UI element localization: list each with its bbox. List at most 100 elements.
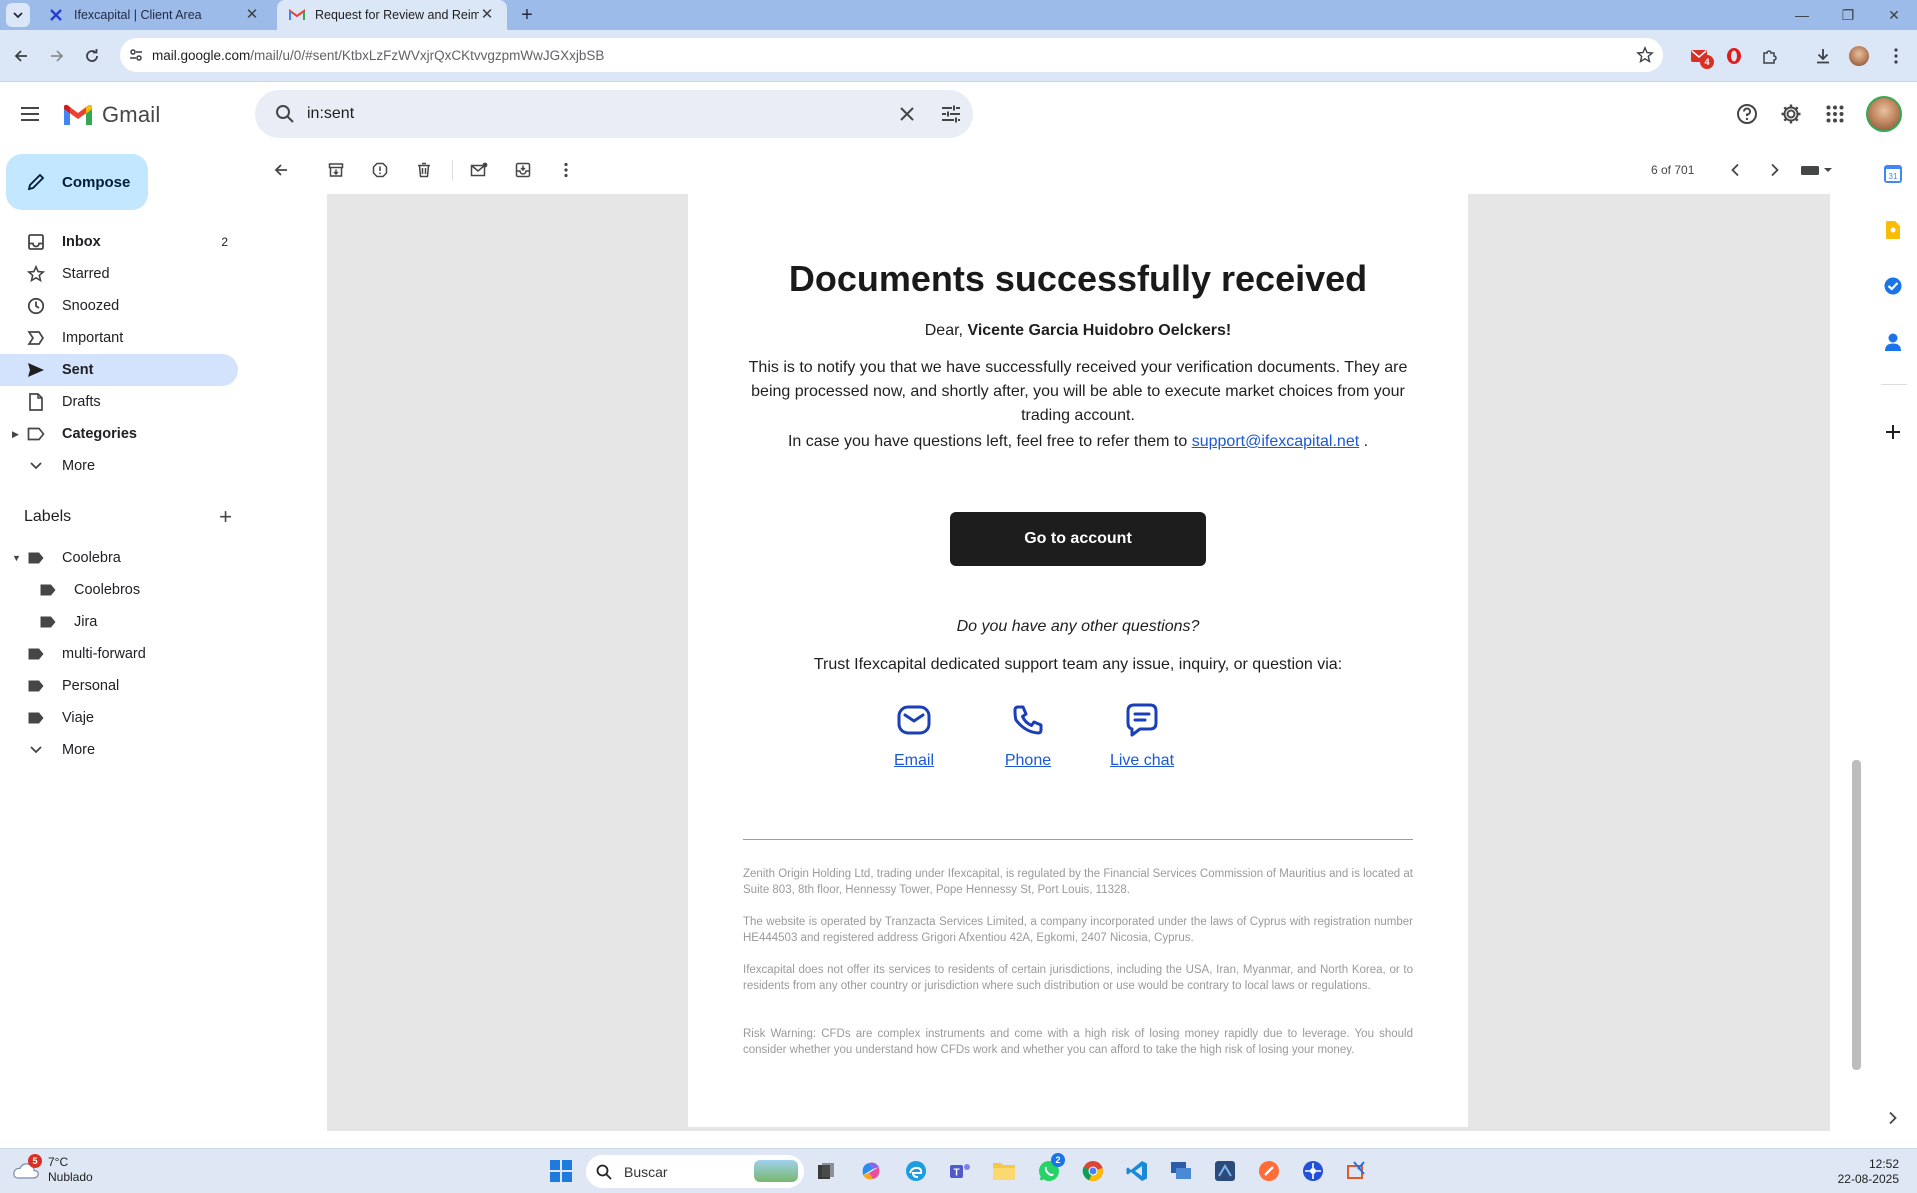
get-addons-icon[interactable] [1881, 420, 1905, 444]
system-clock[interactable]: 12:52 22-08-2025 [1838, 1157, 1899, 1187]
back-button[interactable] [8, 43, 34, 69]
more-actions-icon[interactable] [554, 158, 578, 182]
search-options-icon[interactable] [929, 105, 973, 123]
sidebar-item-more[interactable]: More [0, 450, 238, 482]
browser-menu-icon[interactable] [1883, 43, 1909, 69]
contact-phone[interactable]: Phone [978, 698, 1078, 770]
close-tab-icon[interactable]: ✕ [244, 7, 260, 23]
tab-ifexcapital[interactable]: Ifexcapital | Client Area ✕ [36, 0, 272, 30]
sidebar-item-starred[interactable]: Starred [0, 258, 238, 290]
sidebar-item-categories[interactable]: ▶ Categories [0, 418, 238, 450]
sidebar-item-sent[interactable]: Sent [0, 354, 238, 386]
new-tab-button[interactable]: + [515, 3, 539, 27]
restore-button[interactable]: ❐ [1825, 0, 1871, 30]
input-tools-icon[interactable] [1797, 158, 1837, 182]
delete-trash-icon[interactable] [412, 158, 436, 182]
reload-button[interactable] [79, 43, 105, 69]
close-tab-icon[interactable]: ✕ [479, 7, 495, 23]
tab-search-button[interactable] [6, 3, 30, 27]
taskbar-search[interactable]: Buscar [586, 1155, 804, 1188]
power-automate-icon[interactable] [1211, 1157, 1239, 1185]
site-info-icon[interactable] [120, 47, 152, 63]
edge-browser-icon[interactable] [902, 1157, 930, 1185]
windows-start-icon[interactable] [547, 1157, 575, 1185]
minimize-button[interactable]: — [1779, 0, 1825, 30]
weather-widget[interactable]: 5 7°C Nublado [12, 1154, 93, 1185]
sidebar-item-inbox[interactable]: Inbox 2 [0, 226, 238, 258]
copilot-icon[interactable] [857, 1157, 885, 1185]
contacts-icon[interactable] [1881, 330, 1905, 354]
contact-live-chat[interactable]: Live chat [1092, 698, 1192, 770]
main-menu-icon[interactable] [18, 102, 42, 126]
contact-phone-link[interactable]: Phone [978, 752, 1078, 770]
calendar-icon[interactable]: 31 [1881, 162, 1905, 186]
add-label-icon[interactable]: + [219, 506, 232, 528]
contact-chat-link[interactable]: Live chat [1092, 752, 1192, 770]
expand-panel-icon[interactable] [1881, 1106, 1905, 1130]
sidebar-labels-more[interactable]: More [0, 734, 238, 766]
whatsapp-icon[interactable]: 2 [1035, 1153, 1065, 1185]
task-view-icon[interactable] [812, 1157, 840, 1185]
expand-caret-icon[interactable]: ▶ [12, 429, 19, 440]
compose-button[interactable]: Compose [6, 154, 148, 210]
newer-message-icon[interactable] [1723, 158, 1747, 182]
envelope-icon [864, 698, 964, 742]
sidebar-item-important[interactable]: Important [0, 322, 238, 354]
sidebar-label-personal[interactable]: Personal [0, 670, 238, 702]
sidebar-label-viaje[interactable]: Viaje [0, 702, 238, 734]
settings-gear-icon[interactable] [1777, 100, 1805, 128]
keep-notes-icon[interactable] [1881, 218, 1905, 242]
sidebar-item-drafts[interactable]: Drafts [0, 386, 238, 418]
footer-regulation: Zenith Origin Holding Ltd, trading under… [743, 868, 1413, 896]
bookmark-star-icon[interactable] [1627, 46, 1663, 64]
google-apps-icon[interactable] [1821, 100, 1849, 128]
network-app-icon[interactable] [1299, 1157, 1327, 1185]
vscode-icon[interactable] [1123, 1157, 1151, 1185]
contact-email[interactable]: Email [864, 698, 964, 770]
clear-search-icon[interactable] [885, 106, 929, 122]
sidebar-label-multi-forward[interactable]: multi-forward [0, 638, 238, 670]
gmail-logo[interactable]: Gmail [62, 102, 160, 128]
clock-date: 22-08-2025 [1837, 1172, 1899, 1186]
search-input[interactable] [307, 105, 885, 123]
tasks-icon[interactable] [1881, 274, 1905, 298]
label-icon [26, 548, 46, 568]
remote-desktop-icon[interactable] [1167, 1157, 1195, 1185]
pencil-icon [27, 173, 45, 191]
back-to-list-icon[interactable] [269, 158, 293, 182]
opera-extension-icon[interactable] [1721, 43, 1747, 69]
teams-icon[interactable]: T [946, 1157, 974, 1185]
mark-unread-icon[interactable] [467, 158, 491, 182]
sidebar-item-snoozed[interactable]: Snoozed [0, 290, 238, 322]
snipping-tool-icon[interactable] [1343, 1157, 1371, 1185]
older-message-icon[interactable] [1763, 158, 1787, 182]
chrome-icon[interactable] [1079, 1157, 1107, 1185]
gmail-notifier-extension-icon[interactable]: 4 [1686, 43, 1714, 69]
support-email-link[interactable]: support@ifexcapital.net [1192, 433, 1359, 450]
address-bar[interactable]: mail.google.com/mail/u/0/#sent/KtbxLzFzW… [120, 38, 1663, 72]
forward-button[interactable] [44, 43, 70, 69]
sidebar-label-jira[interactable]: Jira [0, 606, 238, 638]
contact-email-link[interactable]: Email [864, 752, 964, 770]
help-icon[interactable] [1733, 100, 1761, 128]
tab-gmail-active[interactable]: Request for Review and Reimbu ✕ [277, 0, 507, 30]
report-spam-icon[interactable] [368, 158, 392, 182]
message-scrollbar-thumb[interactable] [1852, 760, 1861, 1070]
collapse-caret-icon[interactable]: ▼ [12, 553, 21, 563]
go-to-account-button[interactable]: Go to account [950, 512, 1206, 566]
account-avatar[interactable] [1866, 96, 1902, 132]
extensions-puzzle-icon[interactable] [1757, 43, 1783, 69]
archive-icon[interactable] [324, 158, 348, 182]
profile-avatar-icon[interactable] [1846, 43, 1872, 69]
close-window-button[interactable]: ✕ [1871, 0, 1917, 30]
sidebar-label-coolebra[interactable]: ▼ Coolebra [0, 542, 238, 574]
move-to-icon[interactable] [511, 158, 535, 182]
downloads-icon[interactable] [1810, 43, 1836, 69]
search-icon[interactable] [263, 104, 307, 124]
mail-search-bar[interactable] [255, 90, 973, 138]
sidebar-label-coolebros[interactable]: Coolebros [0, 574, 238, 606]
file-explorer-icon[interactable] [990, 1157, 1018, 1185]
recipient-name: Vicente Garcia Huidobro Oelckers [967, 322, 1226, 339]
panel-divider [1881, 384, 1907, 385]
postman-icon[interactable] [1255, 1157, 1283, 1185]
